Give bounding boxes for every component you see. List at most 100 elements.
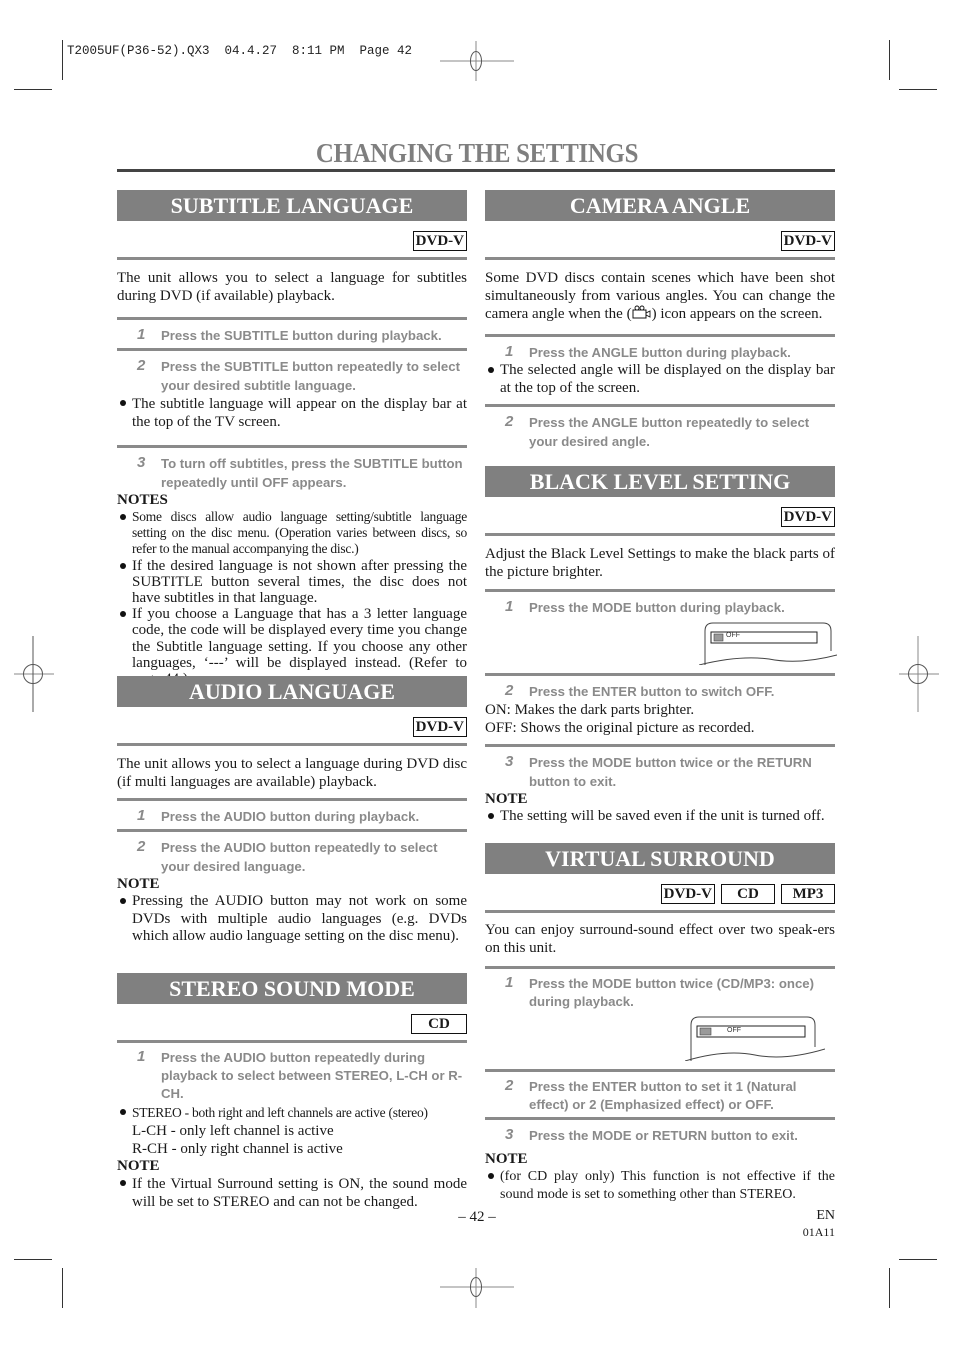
step-number: 1 bbox=[505, 598, 514, 615]
divider bbox=[117, 798, 467, 801]
info-line: L-CH - only left channel is active bbox=[132, 1123, 334, 1139]
badge-dvd-v: DVD-V bbox=[780, 507, 835, 527]
note-item: If the desired language is not shown aft… bbox=[117, 558, 467, 607]
black-level-section: BLACK LEVEL SETTING DVD-V Adjust the Bla… bbox=[485, 466, 837, 826]
note-item: Some discs allow audio language setting/… bbox=[117, 509, 467, 558]
step-text: Press the AUDIO button during playback. bbox=[161, 809, 420, 824]
crop-mark bbox=[62, 40, 63, 80]
crop-mark bbox=[889, 1268, 890, 1308]
note-text: If you choose a Language that has a 3 le… bbox=[132, 606, 467, 687]
divider bbox=[117, 348, 467, 351]
bullet-icon bbox=[488, 367, 494, 373]
notes-heading: NOTES bbox=[117, 492, 168, 508]
print-slug: T2005UF(P36-52).QX3 04.4.27 8:11 PM Page… bbox=[67, 44, 413, 58]
step-text: Press the MODE or RETURN button to exit. bbox=[529, 1128, 798, 1143]
step-text: Press the MODE button twice or the RETUR… bbox=[529, 755, 812, 789]
step: 1 Press the MODE button twice (CD/MP3: on… bbox=[485, 974, 835, 1011]
subtitle-language-section: SUBTITLE LANGUAGE DVD-V The unit allows … bbox=[117, 190, 467, 687]
info-line: OFF: Shows the original picture as recor… bbox=[485, 720, 755, 736]
step-number: 3 bbox=[505, 1126, 514, 1143]
stereo-sound-mode-section: STEREO SOUND MODE CD 1 Press the AUDIO bu… bbox=[117, 973, 467, 1211]
step: 2 Press the ENTER button to set it 1 (Nat… bbox=[485, 1077, 835, 1114]
left-column: SUBTITLE LANGUAGE DVD-V The unit allows … bbox=[117, 190, 467, 1210]
section-heading: SUBTITLE LANGUAGE bbox=[117, 190, 467, 221]
step-number: 2 bbox=[505, 1077, 514, 1094]
bullet-text: The subtitle language will appear on the… bbox=[132, 396, 467, 430]
divider bbox=[485, 1117, 835, 1120]
step: 1 Press the AUDIO button during playback. bbox=[117, 807, 467, 826]
note-item: If the Virtual Surround setting is ON, t… bbox=[117, 1175, 467, 1211]
crop-mark bbox=[899, 1259, 937, 1260]
step-text: Press the SUBTITLE button repeatedly to … bbox=[161, 359, 460, 393]
divider bbox=[485, 589, 835, 592]
footer-code: EN 01A11 bbox=[803, 1208, 835, 1240]
step: 1 Press the ANGLE button during playback. bbox=[485, 343, 835, 362]
bullet-icon bbox=[120, 1109, 126, 1115]
divider bbox=[117, 743, 467, 746]
registration-mark-top bbox=[440, 41, 514, 81]
intro-text: The unit allows you to select a language… bbox=[117, 756, 467, 790]
step: 2 Press the SUBTITLE button repeatedly to… bbox=[117, 357, 467, 395]
bullet-icon bbox=[120, 1180, 126, 1186]
step-text: Press the AUDIO button repeatedly during… bbox=[161, 1050, 463, 1101]
divider bbox=[485, 673, 835, 676]
document-code: 01A11 bbox=[802, 1225, 835, 1239]
section-heading: CAMERA ANGLE bbox=[485, 190, 835, 221]
note-heading: NOTE bbox=[117, 1158, 160, 1174]
osd-illustration: OFF bbox=[485, 1011, 835, 1061]
note-text: The setting will be saved even if the un… bbox=[500, 808, 825, 824]
divider bbox=[117, 1040, 467, 1043]
step-number: 2 bbox=[137, 838, 146, 855]
bullet-icon bbox=[488, 813, 494, 819]
step: 3 Press the MODE button twice or the RETU… bbox=[485, 753, 835, 791]
bullet-item: The selected angle will be displayed on … bbox=[485, 362, 835, 397]
step-text: Press the ANGLE button during playback. bbox=[529, 345, 791, 360]
format-badges: DVD-V bbox=[117, 717, 467, 741]
note-text: If the desired language is not shown aft… bbox=[132, 557, 467, 607]
divider bbox=[485, 404, 835, 407]
divider bbox=[117, 829, 467, 832]
right-column: CAMERA ANGLE DVD-V Some DVD discs contai… bbox=[485, 190, 837, 1202]
intro-text: You can enjoy surround-sound effect over… bbox=[485, 922, 835, 956]
format-badges: DVD-V bbox=[485, 231, 835, 255]
note-text: If the Virtual Surround setting is ON, t… bbox=[132, 1176, 467, 1210]
format-badges: DVD-V CD MP3 bbox=[485, 884, 835, 908]
divider bbox=[117, 317, 467, 320]
divider bbox=[485, 744, 835, 747]
note-text: Pressing the AUDIO button may not work o… bbox=[132, 893, 467, 944]
bullet-icon bbox=[120, 898, 126, 904]
intro-text: Some DVD discs contain scenes which have… bbox=[485, 269, 835, 323]
note-item: (for CD play only) This function is not … bbox=[485, 1168, 835, 1204]
info-line: ON: Makes the dark parts brighter. bbox=[485, 702, 695, 718]
step: 3 To turn off subtitles, press the SUBTIT… bbox=[117, 454, 467, 492]
divider bbox=[485, 533, 835, 536]
step-number: 1 bbox=[137, 1048, 146, 1065]
osd-illustration: OFF bbox=[485, 617, 837, 665]
virtual-surround-section: VIRTUAL SURROUND DVD-V CD MP3 You can enjo… bbox=[485, 843, 835, 1204]
bullet-text: The selected angle will be displayed on … bbox=[500, 362, 835, 396]
step-text: Press the MODE button twice (CD/MP3: onc… bbox=[529, 976, 815, 1009]
step: 2 Press the ENTER button to switch OFF. bbox=[485, 682, 835, 701]
step-text: Press the MODE button during playback. bbox=[529, 600, 785, 615]
intro-text: The unit allows you to select a language… bbox=[117, 270, 467, 304]
step-number: 1 bbox=[505, 343, 514, 360]
step-number: 1 bbox=[137, 326, 146, 343]
bullet-text: STEREO - both right and left channels ar… bbox=[132, 1105, 428, 1120]
intro-text: Adjust the Black Level Settings to make … bbox=[485, 546, 835, 580]
badge-dvd-v: DVD-V bbox=[412, 717, 467, 737]
format-badges: CD bbox=[117, 1014, 467, 1038]
bullet-icon bbox=[120, 514, 126, 520]
note-heading: NOTE bbox=[117, 876, 160, 892]
step: 2 Press the ANGLE button repeatedly to se… bbox=[485, 413, 835, 451]
divider bbox=[485, 966, 835, 969]
section-heading: AUDIO LANGUAGE bbox=[117, 676, 467, 707]
step-number: 3 bbox=[137, 454, 146, 471]
divider bbox=[117, 445, 467, 448]
note-heading: NOTE bbox=[485, 1151, 528, 1167]
badge-dvd-v: DVD-V bbox=[660, 884, 715, 904]
section-heading: VIRTUAL SURROUND bbox=[485, 843, 835, 874]
badge-dvd-v: DVD-V bbox=[412, 231, 467, 251]
intro-text-part: ) icon appears on the screen. bbox=[651, 306, 823, 322]
format-badges: DVD-V bbox=[117, 231, 467, 255]
language-label: EN bbox=[816, 1208, 835, 1223]
